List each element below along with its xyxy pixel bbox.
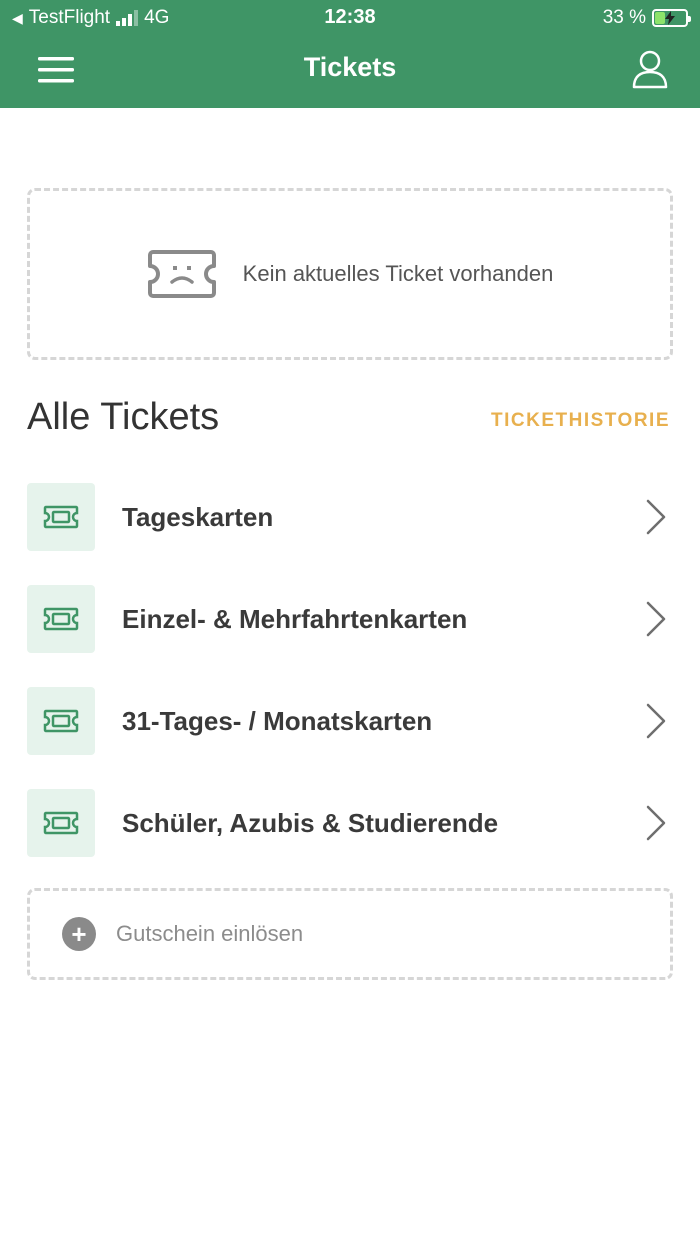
app-header: ◀ TestFlight 4G 12:38 33 % Tickets <box>0 0 700 108</box>
ticket-category-schueler-azubis-studierende[interactable]: Schüler, Azubis & Studierende <box>27 789 673 857</box>
user-icon <box>632 50 668 89</box>
plus-circle-icon: + <box>62 917 96 951</box>
chevron-right-icon <box>646 601 666 637</box>
battery-percentage: 33 % <box>602 7 646 28</box>
empty-state-text: Kein aktuelles Ticket vorhanden <box>242 261 554 286</box>
ticket-category-einzel-mehrfahrtenkarten[interactable]: Einzel- & Mehrfahrtenkarten <box>27 585 673 653</box>
profile-button[interactable] <box>632 50 668 90</box>
ticket-category-monatskarten[interactable]: 31-Tages- / Monatskarten <box>27 687 673 755</box>
battery-icon <box>652 9 691 27</box>
redeem-voucher-button[interactable]: + Gutschein einlösen <box>27 888 673 980</box>
chevron-right-icon <box>646 499 666 535</box>
sad-ticket-icon <box>147 250 216 298</box>
status-right: 33 % <box>602 7 691 29</box>
ticket-category-label: 31-Tages- / Monatskarten <box>122 705 433 736</box>
current-ticket-empty-state: Kein aktuelles Ticket vorhanden <box>27 188 673 360</box>
ticket-category-label: Schüler, Azubis & Studierende <box>122 807 499 838</box>
ticket-icon <box>43 607 79 631</box>
ticket-category-tageskarten[interactable]: Tageskarten <box>27 483 673 551</box>
ticket-icon <box>43 811 79 835</box>
chevron-right-icon <box>646 805 666 841</box>
ticket-category-label: Tageskarten <box>122 501 274 532</box>
ticket-icon-container <box>27 483 95 551</box>
charging-bolt-icon <box>654 11 686 25</box>
ticket-history-link[interactable]: TICKETHISTORIE <box>491 410 670 432</box>
status-bar: ◀ TestFlight 4G 12:38 33 % <box>0 0 700 36</box>
ticket-icon-container <box>27 687 95 755</box>
chevron-right-icon <box>646 703 666 739</box>
section-title-all-tickets: Alle Tickets <box>27 396 220 438</box>
ticket-icon-container <box>27 585 95 653</box>
ticket-category-label: Einzel- & Mehrfahrtenkarten <box>122 603 468 634</box>
status-time: 12:38 <box>324 6 376 28</box>
ticket-category-list: Tageskarten Einzel- & Mehrfahrtenkarten … <box>27 483 673 891</box>
ticket-icon <box>43 505 79 529</box>
ticket-icon <box>43 709 79 733</box>
voucher-label: Gutschein einlösen <box>116 921 304 946</box>
ticket-icon-container <box>27 789 95 857</box>
page-title: Tickets <box>303 52 397 82</box>
